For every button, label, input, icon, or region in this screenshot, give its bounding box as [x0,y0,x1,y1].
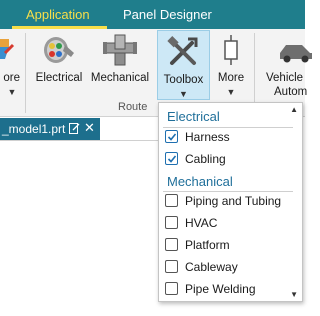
chevron-down-icon: ▼ [179,89,188,99]
more-gallery-icon [224,35,238,65]
menu-item-label: Harness [185,130,230,144]
tab-panel-designer[interactable]: Panel Designer [123,7,212,22]
ribbon-tab-bar: Application Panel Designer [0,0,305,29]
menu-item-label: Cableway [185,260,238,274]
checkbox-unchecked[interactable] [165,238,178,251]
ribbon-separator [254,33,255,113]
scroll-down-icon[interactable]: ▼ [290,290,298,299]
menu-item-label: Piping and Tubing [185,194,282,208]
route-group-label: Route [118,101,148,113]
ribbon-separator [25,33,26,113]
file-tab[interactable]: _model1.prt ✕ [0,118,100,140]
checkbox-unchecked[interactable] [165,260,178,273]
chevron-down-icon: ▼ [226,87,236,97]
electrical-cable-icon [44,37,74,63]
section-mechanical-heading: Mechanical [167,174,233,189]
automation-label: Autom [274,86,308,98]
toolbox-tools-icon [166,36,197,65]
edit-icon[interactable] [69,122,80,134]
menu-item-label: Platform [185,238,230,252]
file-tab-name: _model1.prt [2,122,66,136]
section-electrical-heading: Electrical [167,109,220,124]
close-icon[interactable]: ✕ [84,120,95,136]
menu-item-label: Pipe Welding [185,282,256,296]
vehicle-label: Vehicle [266,72,304,84]
toolbox-button[interactable]: Toolbox ▼ [157,30,210,100]
chevron-down-icon: ▼ [7,87,17,97]
route-more-icon [0,39,15,59]
menu-item-platform[interactable]: Platform [165,236,295,254]
checkbox-checked[interactable] [165,152,178,165]
checkbox-checked[interactable] [165,130,178,143]
menu-item-cableway[interactable]: Cableway [165,258,295,276]
menu-item-harness[interactable]: Harness [165,128,295,146]
menu-item-pipe-welding[interactable]: Pipe Welding [165,280,295,298]
tab-strip-divider [0,140,158,141]
checkbox-unchecked[interactable] [165,282,178,295]
mechanical-label: Mechanical [90,72,150,84]
partial-more-button[interactable]: ore ▼ [0,29,22,115]
pipe-fitting-icon [103,34,137,66]
menu-item-cabling[interactable]: Cabling [165,150,295,168]
checkmark-icon [167,155,177,163]
scroll-up-icon[interactable]: ▲ [290,105,298,114]
checkbox-unchecked[interactable] [165,194,178,207]
menu-item-label: Cabling [185,152,226,166]
more-label: More [217,72,245,84]
menu-item-hvac[interactable]: HVAC [165,214,295,232]
electrical-label: Electrical [35,72,83,84]
partial-more-label: ore [3,72,20,84]
menu-item-piping-and-tubing[interactable]: Piping and Tubing [165,192,295,210]
checkmark-icon [167,133,177,141]
checkbox-unchecked[interactable] [165,216,178,229]
toolbox-dropdown: ▲ Electrical Harness Cabling Mechanical … [158,102,303,302]
tab-application[interactable]: Application [26,7,90,22]
menu-item-label: HVAC [185,216,218,230]
car-icon [280,45,312,63]
toolbox-label: Toolbox [163,74,204,86]
electrical-button[interactable]: Electrical [32,29,86,115]
